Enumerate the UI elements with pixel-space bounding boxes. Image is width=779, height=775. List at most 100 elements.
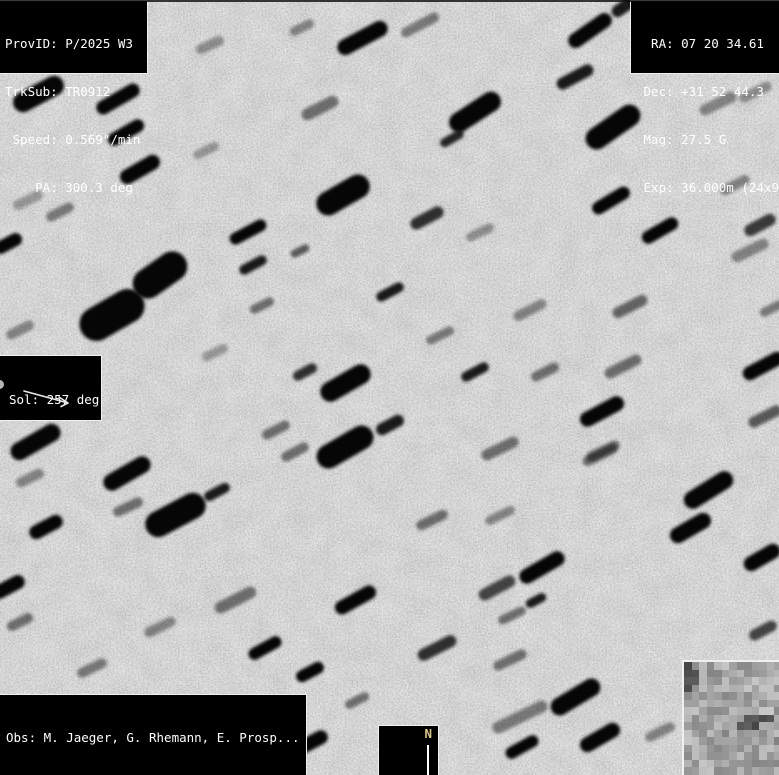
inset-pixel: [729, 759, 737, 767]
star-trail: [424, 324, 456, 346]
star-trail: [746, 402, 779, 430]
inset-pixel: [774, 714, 779, 722]
inset-pixel: [699, 714, 707, 722]
inset-pixel: [691, 714, 699, 722]
star-trail: [577, 719, 623, 755]
inset-pixel: [699, 684, 707, 692]
star-trail: [740, 540, 779, 574]
star-trail: [0, 230, 25, 256]
inset-pixel: [699, 677, 707, 685]
inset-pixel: [699, 737, 707, 745]
inset-pixel: [774, 669, 779, 677]
star-trail: [529, 360, 561, 384]
speed-line: Speed: 0.569"/min: [5, 132, 141, 147]
inset-pixel: [774, 707, 779, 715]
inset-pixel: [684, 677, 692, 685]
inset-pixel: [774, 692, 779, 700]
dec-line: Dec: +31 52 44.3: [636, 84, 764, 99]
inset-pixel: [729, 677, 737, 685]
inset-pixel: [706, 662, 714, 670]
inset-pixel: [691, 737, 699, 745]
star-trail: [237, 253, 269, 277]
star-trail: [140, 488, 210, 542]
inset-pixel: [766, 744, 774, 752]
inset-pixel: [736, 677, 744, 685]
inset-pixel: [714, 722, 722, 730]
inset-pixel: [751, 767, 759, 775]
inset-pixel: [691, 729, 699, 737]
inset-pixel: [706, 767, 714, 775]
star-trail: [577, 393, 627, 429]
inset-pixel: [721, 744, 729, 752]
star-trail: [496, 604, 528, 626]
inset-pixel: [744, 692, 752, 700]
inset-pixel: [759, 692, 767, 700]
inset-pixel: [766, 707, 774, 715]
star-trail: [445, 87, 505, 137]
star-trail: [414, 508, 450, 532]
inset-pixel: [759, 729, 767, 737]
inset-pixel: [736, 699, 744, 707]
star-trail: [479, 434, 521, 462]
inset-pixel: [736, 714, 744, 722]
star-trail: [758, 298, 779, 318]
exp-line: Exp: 36.000m (24x9: [636, 180, 779, 195]
sun-direction-panel: Sol: 257 deg: [0, 355, 102, 421]
star-trail: [279, 440, 311, 464]
inset-pixel: [691, 722, 699, 730]
provid-line: ProvID: P/2025 W3: [5, 36, 133, 51]
inset-pixel: [744, 707, 752, 715]
inset-pixel: [759, 767, 767, 775]
star-trail: [490, 698, 550, 736]
object-marker-dot: [0, 380, 4, 389]
star-trail: [260, 418, 292, 442]
mag-line: Mag: 27.5 G: [636, 132, 727, 147]
inset-pixel: [706, 699, 714, 707]
inset-pixel: [721, 684, 729, 692]
inset-pixel: [736, 662, 744, 670]
inset-pixel: [729, 699, 737, 707]
inset-pixel: [699, 759, 707, 767]
inset-pixel: [729, 722, 737, 730]
inset-pixel: [706, 737, 714, 745]
star-trail: [415, 633, 459, 663]
inset-pixel: [721, 737, 729, 745]
inset-pixel: [729, 752, 737, 760]
star-trail: [293, 659, 327, 685]
star-trail: [729, 236, 771, 264]
inset-pixel: [714, 669, 722, 677]
star-trail: [679, 467, 737, 513]
position-info-panel: RA: 07 20 34.61 Dec: +31 52 44.3 Mag: 27…: [630, 0, 779, 195]
inset-pixel: [721, 692, 729, 700]
inset-pixel: [774, 744, 779, 752]
inset-pixel: [706, 744, 714, 752]
inset-pixel: [744, 699, 752, 707]
star-trail: [610, 292, 650, 320]
inset-pixel: [759, 714, 767, 722]
inset-pixel: [699, 722, 707, 730]
inset-pixel: [774, 767, 779, 775]
inset-pixel: [721, 752, 729, 760]
inset-pixel: [759, 662, 767, 670]
star-trail: [248, 295, 276, 315]
inset-pixel: [759, 722, 767, 730]
inset-pixel: [729, 714, 737, 722]
inset-pixel: [736, 752, 744, 760]
inset-pixel: [699, 699, 707, 707]
star-trail: [111, 495, 145, 519]
inset-pixel: [774, 722, 779, 730]
obs-line: Obs: M. Jaeger, G. Rhemann, E. Prosp...: [6, 730, 300, 745]
inset-pixel: [759, 752, 767, 760]
star-trail: [142, 615, 178, 639]
star-trail: [4, 318, 36, 342]
inset-pixel: [751, 744, 759, 752]
inset-pixel: [759, 759, 767, 767]
star-trail: [200, 341, 230, 363]
inset-pixel: [721, 677, 729, 685]
inset-pixel: [729, 737, 737, 745]
inset-pixel: [736, 729, 744, 737]
star-trail: [476, 573, 518, 603]
inset-pixel: [751, 752, 759, 760]
inset-pixel: [721, 662, 729, 670]
inset-pixel: [721, 722, 729, 730]
